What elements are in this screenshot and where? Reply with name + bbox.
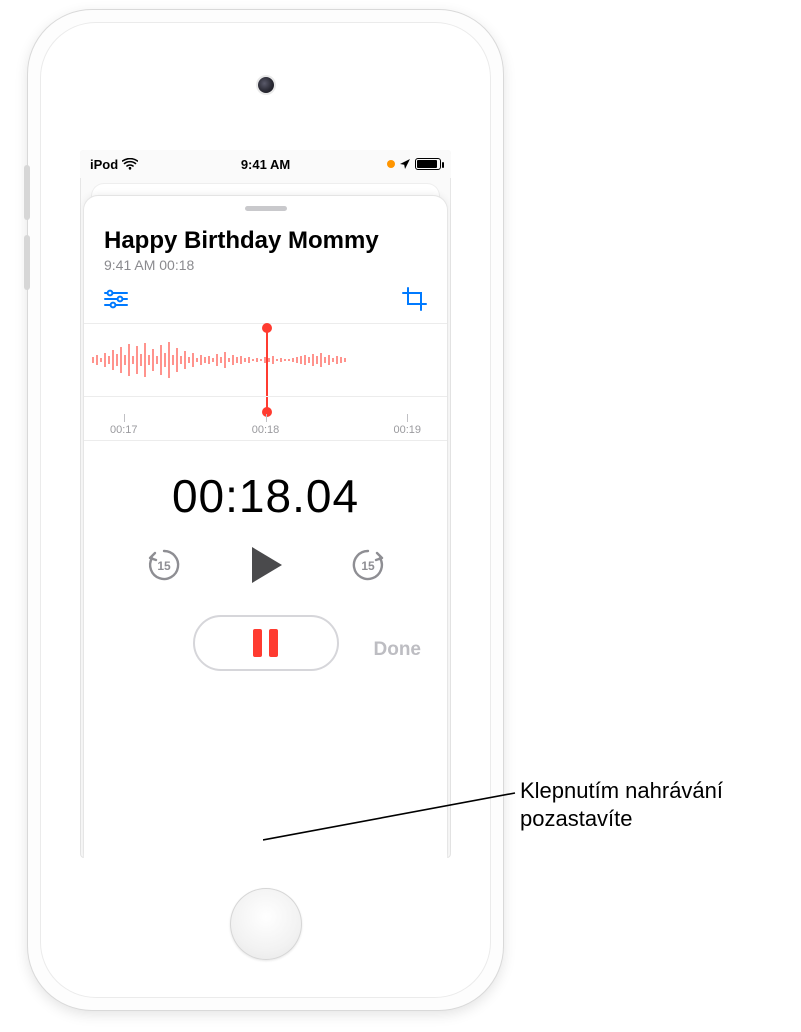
device-frame: iPod 9:41 AM <box>28 10 503 1010</box>
volume-down-button[interactable] <box>24 235 30 290</box>
skip-back-15-icon[interactable]: 15 <box>142 543 186 587</box>
screen: iPod 9:41 AM <box>80 150 451 858</box>
elapsed-timer: 00:18.04 <box>84 441 447 541</box>
recording-sheet: Happy Birthday Mommy 9:41 AM 00:18 <box>84 196 447 858</box>
front-camera <box>258 77 274 93</box>
home-button[interactable] <box>230 888 302 960</box>
skip-forward-15-icon[interactable]: 15 <box>346 543 390 587</box>
time-ticks: 00:17 00:18 00:19 <box>84 414 447 440</box>
waveform-overview <box>84 396 447 414</box>
device-inner: iPod 9:41 AM <box>40 22 491 998</box>
recording-title[interactable]: Happy Birthday Mommy <box>84 221 447 257</box>
callout-line-1: Klepnutím nahrávání <box>520 778 723 803</box>
recording-meta: 9:41 AM 00:18 <box>84 257 447 285</box>
options-icon[interactable] <box>102 285 130 313</box>
time-tick: 00:18 <box>252 414 280 436</box>
wifi-icon <box>122 158 138 170</box>
recording-time: 9:41 AM <box>104 257 155 273</box>
volume-up-button[interactable] <box>24 165 30 220</box>
pause-button[interactable] <box>193 615 339 671</box>
callout-text: Klepnutím nahrávání pozastavíte <box>520 777 790 832</box>
edit-toolbar <box>84 285 447 323</box>
recording-duration: 00:18 <box>159 257 194 273</box>
waveform-area[interactable]: 00:17 00:18 00:19 <box>84 323 447 441</box>
recording-indicator-dot <box>387 160 395 168</box>
crop-icon[interactable] <box>401 285 429 313</box>
callout-line-2: pozastavíte <box>520 806 633 831</box>
bottom-row: Done <box>84 607 447 697</box>
carrier-label: iPod <box>90 157 118 172</box>
status-time: 9:41 AM <box>241 157 290 172</box>
battery-icon <box>415 158 441 170</box>
waveform-bars <box>84 324 346 396</box>
time-tick: 00:17 <box>110 414 138 436</box>
pause-icon <box>253 629 278 657</box>
sheet-grabber[interactable] <box>245 206 287 211</box>
svg-text:15: 15 <box>157 559 171 573</box>
play-icon[interactable] <box>242 541 290 589</box>
location-icon <box>399 158 411 170</box>
svg-text:15: 15 <box>361 559 375 573</box>
transport-controls: 15 15 <box>84 541 447 607</box>
time-tick: 00:19 <box>393 414 421 436</box>
status-bar: iPod 9:41 AM <box>80 150 451 178</box>
done-button[interactable]: Done <box>374 639 422 661</box>
